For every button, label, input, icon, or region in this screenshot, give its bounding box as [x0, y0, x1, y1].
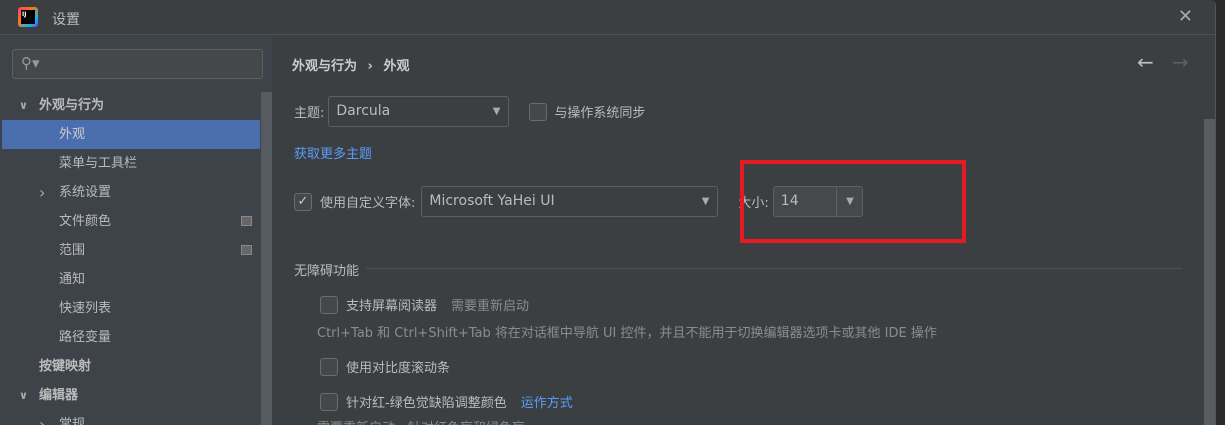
sync-os-checkbox[interactable]: [529, 102, 548, 121]
custom-font-checkbox[interactable]: ✓: [294, 192, 312, 211]
breadcrumb-current: 外观: [383, 59, 410, 74]
chevron-down-icon: ▼: [492, 106, 501, 117]
sidebar-item[interactable]: 按键映射: [2, 352, 260, 381]
sidebar-scrollbar[interactable]: [261, 92, 272, 425]
window-title: 设置: [52, 12, 80, 28]
sync-os-label: 与操作系统同步: [554, 106, 646, 121]
accessibility-section-title: 无障碍功能: [294, 264, 360, 279]
close-icon[interactable]: ✕: [1178, 6, 1193, 27]
section-divider: [366, 268, 1182, 269]
intellij-logo-icon: IJ: [18, 7, 38, 27]
sidebar-item[interactable]: 路径变量: [2, 323, 260, 352]
breadcrumb-parent[interactable]: 外观与行为: [292, 59, 357, 74]
sidebar-item[interactable]: ∨ 编辑器: [2, 381, 260, 410]
chevron-down-icon[interactable]: ∨: [19, 381, 28, 410]
theme-dropdown[interactable]: Darcula ▼: [328, 96, 510, 127]
background-editor: [1217, 0, 1225, 425]
settings-window: IJ 设置 ✕ ⚲▾ ∨ 外观与行为 外观 菜单与工具栏 › 系统设置 文件颜色 范围 通知 快速…: [0, 0, 1216, 425]
sidebar: ⚲▾ ∨ 外观与行为外观菜单与工具栏 › 系统设置文件颜色范围通知快速列表路径变量按键…: [0, 36, 272, 425]
contrast-scrollbars-label: 使用对比度滚动条: [346, 361, 451, 376]
sidebar-item-label: 文件颜色: [59, 214, 112, 229]
sidebar-item-label: 编辑器: [39, 388, 79, 403]
sidebar-item-label: 常规: [59, 417, 86, 425]
chevron-down-icon[interactable]: ∨: [19, 91, 28, 120]
sidebar-item-label: 系统设置: [59, 185, 112, 200]
sidebar-item-label: 按键映射: [39, 359, 92, 374]
restart-note: 需要重新启动: [451, 299, 530, 314]
screen-reader-checkbox[interactable]: [320, 295, 338, 314]
sidebar-item-label: 外观与行为: [39, 98, 105, 113]
sidebar-item[interactable]: ∨ 外观与行为: [2, 91, 260, 120]
sidebar-item[interactable]: › 系统设置: [2, 178, 260, 207]
sidebar-item[interactable]: 菜单与工具栏: [2, 149, 260, 178]
sidebar-item[interactable]: 范围: [2, 236, 260, 265]
theme-value: Darcula: [336, 103, 391, 119]
title-bar: IJ 设置 ✕: [0, 0, 1215, 35]
sidebar-item[interactable]: 文件颜色: [2, 207, 260, 236]
forward-arrow-icon[interactable]: →: [1172, 50, 1189, 74]
sidebar-item-label: 外观: [59, 127, 86, 142]
theme-label: 主题:: [294, 106, 325, 121]
project-level-icon: [241, 245, 252, 255]
main-panel: 外观与行为 › 外观 ← → 主题: Darcula ▼ 与操作系统同步 获取更多…: [273, 36, 1215, 425]
screen-reader-description: Ctrl+Tab 和 Ctrl+Shift+Tab 将在对话框中导航 UI 控件…: [317, 326, 937, 341]
chevron-right-icon[interactable]: ›: [39, 178, 45, 207]
sidebar-item-label: 路径变量: [59, 330, 112, 345]
search-input[interactable]: ⚲▾: [12, 49, 263, 79]
sidebar-item[interactable]: 快速列表: [2, 294, 260, 323]
how-it-works-link[interactable]: 运作方式: [521, 392, 573, 411]
chevron-right-icon[interactable]: ›: [39, 410, 45, 425]
screen-reader-label: 支持屏幕阅读器: [346, 299, 438, 314]
font-dropdown[interactable]: Microsoft YaHei UI ▼: [421, 186, 719, 217]
sidebar-item-label: 通知: [59, 272, 86, 287]
settings-tree: ∨ 外观与行为外观菜单与工具栏 › 系统设置文件颜色范围通知快速列表路径变量按键映射 ∨…: [2, 91, 260, 425]
custom-font-label: 使用自定义字体:: [320, 196, 416, 211]
back-arrow-icon[interactable]: ←: [1137, 50, 1154, 74]
sidebar-item-label: 菜单与工具栏: [59, 156, 138, 171]
sidebar-item[interactable]: 通知: [2, 265, 260, 294]
breadcrumb: 外观与行为 › 外观: [292, 55, 409, 74]
breadcrumb-separator: ›: [367, 59, 373, 74]
get-more-themes-link[interactable]: 获取更多主题: [294, 143, 372, 162]
sidebar-item-label: 范围: [59, 243, 86, 258]
font-value: Microsoft YaHei UI: [429, 193, 555, 209]
highlight-annotation: [740, 160, 966, 243]
chevron-down-icon: ▼: [701, 196, 710, 207]
color-deficiency-label: 针对红-绿色觉缺陷调整颜色: [346, 396, 507, 411]
color-deficiency-description: 需要重新启动。针对红色盲和绿色盲: [317, 417, 525, 425]
sidebar-item[interactable]: 外观: [2, 120, 260, 149]
search-icon: ⚲▾: [21, 54, 40, 72]
project-level-icon: [241, 216, 252, 226]
sidebar-item-label: 快速列表: [59, 301, 112, 316]
contrast-scrollbars-checkbox[interactable]: [320, 357, 338, 376]
color-deficiency-checkbox[interactable]: [320, 392, 338, 411]
main-scrollbar[interactable]: [1204, 119, 1215, 425]
sidebar-item[interactable]: › 常规: [2, 410, 260, 425]
